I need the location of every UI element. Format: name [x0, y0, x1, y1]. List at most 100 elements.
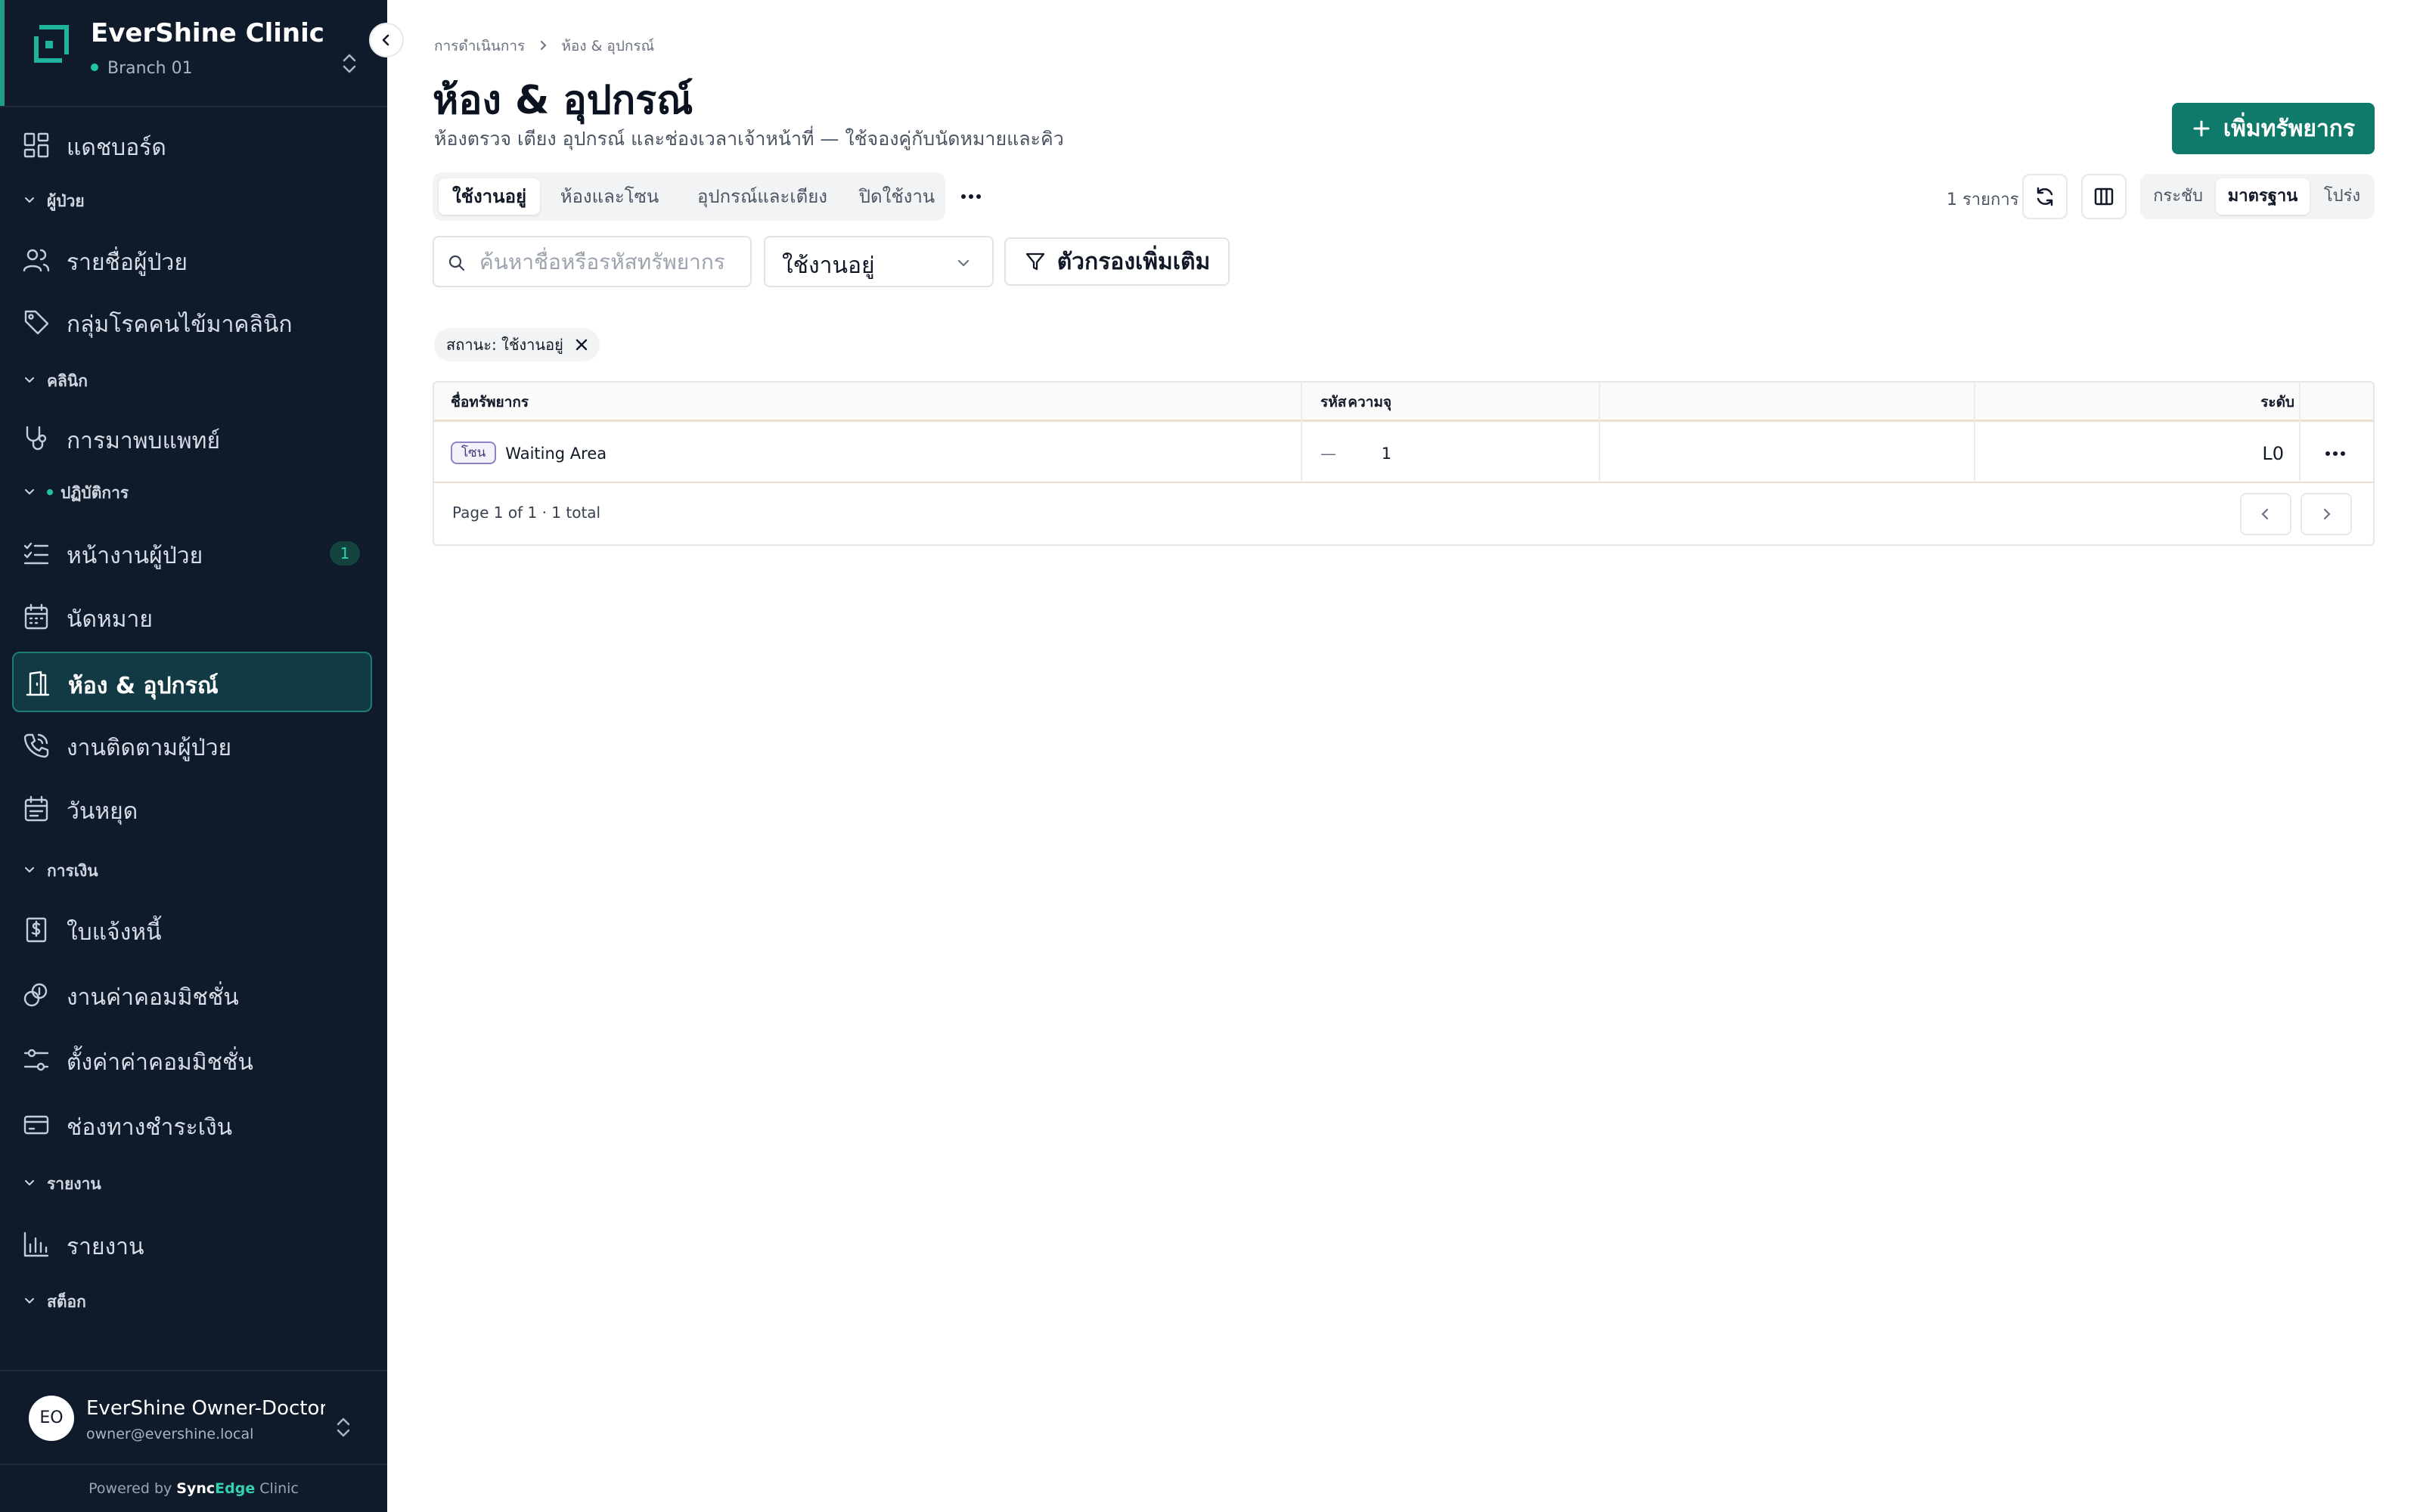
breadcrumb-parent[interactable]: การดำเนินการ [434, 38, 525, 54]
chevron-down-icon [25, 867, 34, 873]
sidebar-item-label: ห้อง & อุปกรณ์ [68, 673, 219, 699]
table-header: ชื่อทรัพยากร รหัส ความจุ ระดับ [434, 383, 2373, 422]
sidebar-item-coins[interactable]: งานค่าคอมมิชชั่น [12, 965, 372, 1025]
bar-chart-icon [23, 1232, 49, 1257]
status-select[interactable]: ใช้งานอยู่ [764, 236, 994, 287]
count-badge: 1 [330, 541, 360, 565]
sidebar-item-credit-card[interactable]: ช่องทางชำระเงิน [12, 1095, 372, 1155]
brand-clinic: Clinic [259, 1480, 299, 1497]
sidebar-item-label: ช่องทางชำระเงิน [67, 1114, 233, 1141]
columns-button[interactable] [2081, 174, 2127, 219]
sidebar-item-label: นัดหมาย [67, 606, 153, 633]
sidebar-item-sliders[interactable]: ตั้งค่าค่าคอมมิชชั่น [12, 1030, 372, 1090]
active-filter-chip: สถานะ: ใช้งานอยู่ [434, 328, 600, 361]
density-standard[interactable]: มาตรฐาน [2216, 178, 2310, 215]
sidebar-item-calendar[interactable]: นัดหมาย [12, 587, 372, 647]
calendar-icon [24, 603, 48, 630]
add-resource-button[interactable]: เพิ่มทรัพยากร [2172, 103, 2375, 154]
header-level[interactable]: ระดับ [2260, 383, 2294, 422]
nav-section-header[interactable]: รายงาน [23, 1172, 101, 1194]
nav-section-header[interactable]: การเงิน [23, 859, 98, 881]
sidebar-item-checklist[interactable]: หน้างานผู้ป่วย 1 [12, 523, 372, 584]
users-icon [23, 249, 50, 272]
brand-header[interactable]: EverShine Clinic Branch 01 [0, 0, 387, 107]
sidebar-item-door[interactable]: ห้อง & อุปกรณ์ [12, 652, 372, 712]
clinic-name: EverShine Clinic [91, 18, 324, 48]
next-page-button[interactable] [2301, 493, 2352, 535]
nav-section-header[interactable]: ปฏิบัติการ [23, 481, 129, 503]
chevron-down-icon [25, 377, 34, 383]
sidebar-item-dashboard[interactable]: แดชบอร์ด [12, 115, 372, 175]
user-menu[interactable]: EO EverShine Owner-Doctor owner@evershin… [0, 1370, 387, 1464]
sidebar-item-label: งานค่าคอมมิชชั่น [67, 984, 239, 1011]
more-tabs-icon[interactable] [957, 186, 985, 207]
nav-section-label: ปฏิบัติการ [60, 484, 129, 502]
sidebar-item-users[interactable]: รายชื่อผู้ป่วย [12, 230, 372, 290]
resource-name[interactable]: Waiting Area [505, 445, 607, 463]
chevron-right-icon [541, 40, 547, 50]
chevron-left-icon [2261, 508, 2269, 520]
header-code[interactable]: รหัส [1320, 383, 1346, 422]
density-compact[interactable]: กระชับ [2146, 178, 2210, 215]
sidebar-item-label: ตั้งค่าค่าคอมมิชชั่น [67, 1049, 253, 1076]
table-row[interactable]: โซน Waiting Area — 1 L0 [434, 424, 2373, 483]
clinic-logo-icon [34, 25, 69, 63]
sidebar-item-label: รายชื่อผู้ป่วย [67, 249, 188, 276]
sidebar-item-bar-chart[interactable]: รายงาน [12, 1214, 372, 1275]
nav-section-header[interactable]: ผู้ป่วย [23, 189, 85, 212]
chevron-right-icon [2323, 508, 2331, 520]
sidebar-item-stethoscope[interactable]: การมาพบแพทย์ [12, 408, 372, 469]
sidebar-item-phone[interactable]: งานติดตามผู้ป่วย [12, 715, 372, 776]
tab-equipment-beds[interactable]: อุปกรณ์และเตียง [679, 178, 845, 215]
sidebar: EverShine Clinic Branch 01 แดชบอร์ดผู้ป่… [0, 0, 387, 1512]
avatar: EO [29, 1396, 74, 1441]
search-input[interactable] [479, 246, 740, 277]
phone-icon [23, 733, 49, 758]
density-toggle: กระชับ มาตรฐาน โปร่ง [2140, 174, 2375, 219]
chevron-updown-icon[interactable] [339, 50, 360, 77]
more-filters-button[interactable]: ตัวกรองเพิ่มเติม [1004, 237, 1230, 286]
branch-name: Branch 01 [107, 59, 193, 78]
resources-table: ชื่อทรัพยากร รหัส ความจุ ระดับ โซน Waitin… [433, 381, 2375, 546]
page-subtitle: ห้องตรวจ เตียง อุปกรณ์ และช่องเวลาเจ้าหน… [434, 128, 1064, 150]
close-icon[interactable] [572, 336, 591, 354]
tab-rooms-zones[interactable]: ห้องและโซน [549, 178, 670, 215]
stethoscope-icon [26, 426, 47, 451]
chevron-down-icon [25, 489, 34, 495]
sidebar-item-calendar-off[interactable]: วันหยุด [12, 779, 372, 839]
coins-icon [23, 983, 48, 1007]
pagination-info: Page 1 of 1 · 1 total [452, 503, 601, 522]
chevron-updown-icon[interactable] [333, 1414, 354, 1441]
columns-icon [2094, 187, 2114, 206]
page-title: ห้อง & อุปกรณ์ [433, 78, 693, 123]
add-resource-label: เพิ่มทรัพยากร [2223, 115, 2356, 142]
nav-section-header[interactable]: คลินิก [23, 369, 88, 392]
sidebar-item-tag[interactable]: กลุ่มโรคคนไข้มาคลินิก [12, 292, 372, 352]
sidebar-item-label: รายงาน [67, 1234, 144, 1260]
row-actions-icon[interactable] [2320, 442, 2350, 465]
branch-label: Branch 01 [91, 59, 193, 78]
chevron-left-icon [382, 34, 389, 46]
sidebar-item-invoice[interactable]: ใบแจ้งหนี้ [12, 900, 372, 960]
cell-capacity: 1 [1381, 445, 1392, 463]
door-icon [26, 671, 50, 696]
density-comfortable[interactable]: โปร่ง [2316, 178, 2369, 215]
dashboard-icon [23, 132, 49, 158]
tab-disabled[interactable]: ปิดใช้งาน [855, 178, 939, 215]
cell-name: โซน Waiting Area [451, 424, 607, 483]
credit-card-icon [23, 1115, 49, 1135]
sidebar-item-label: หน้างานผู้ป่วย [67, 543, 203, 569]
nav-section-header[interactable]: สต็อก [23, 1290, 86, 1312]
sidebar-item-label: กลุ่มโรคคนไข้มาคลินิก [67, 311, 293, 338]
breadcrumb: การดำเนินการ ห้อง & อุปกรณ์ [434, 35, 654, 57]
header-capacity[interactable]: ความจุ [1348, 383, 1392, 422]
prev-page-button[interactable] [2240, 493, 2291, 535]
cell-code: — [1320, 445, 1336, 463]
status-select-value: ใช้งานอยู่ [782, 253, 875, 279]
refresh-button[interactable] [2022, 174, 2068, 219]
collapse-sidebar-button[interactable] [369, 23, 404, 57]
nav-section-label: การเงิน [47, 862, 98, 880]
tab-active[interactable]: ใช้งานอยู่ [439, 178, 540, 215]
sidebar-item-label: วันหยุด [67, 798, 138, 825]
header-name[interactable]: ชื่อทรัพยากร [451, 383, 529, 422]
